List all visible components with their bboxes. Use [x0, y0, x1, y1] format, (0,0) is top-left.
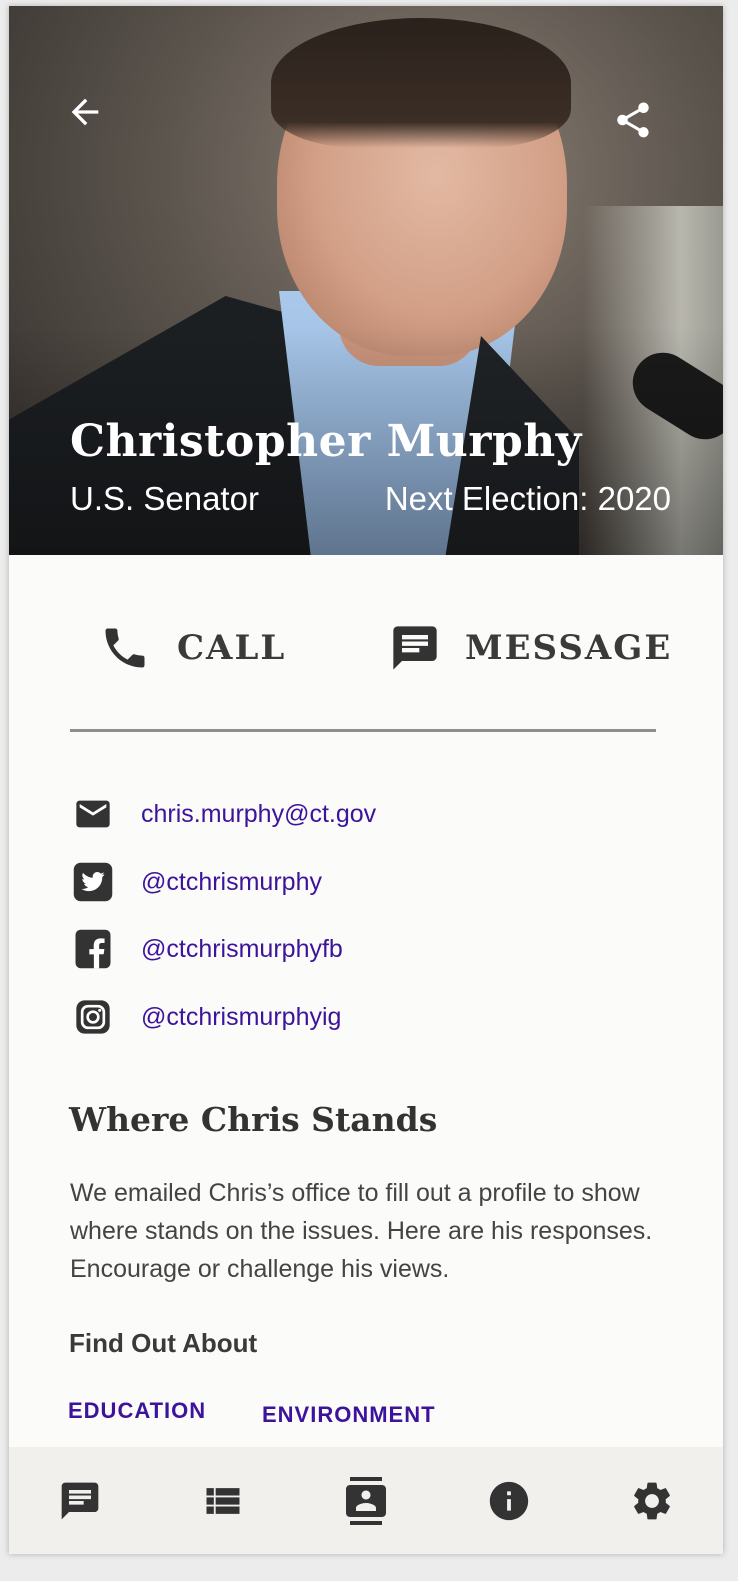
facebook-icon	[70, 926, 116, 972]
phone-icon	[105, 628, 145, 668]
message-label: MESSAGE	[465, 628, 673, 668]
facebook-link[interactable]: @ctchrismurphyfb	[141, 935, 343, 964]
topic-environment[interactable]: ENVIRONMENT	[262, 1402, 436, 1428]
email-icon	[70, 791, 116, 837]
chat-icon	[62, 1482, 99, 1519]
call-button[interactable]: CALL	[99, 618, 286, 678]
nav-list[interactable]	[191, 1469, 255, 1533]
share-button[interactable]	[609, 96, 657, 144]
call-label: CALL	[177, 628, 287, 668]
arrow-back-icon	[71, 98, 99, 126]
back-button[interactable]	[61, 88, 109, 136]
topic-education[interactable]: EDUCATION	[68, 1398, 206, 1424]
message-button[interactable]: MESSAGE	[389, 618, 672, 678]
profile-role: U.S. Senator	[70, 480, 259, 517]
twitter-link[interactable]: @ctchrismurphy	[141, 868, 322, 897]
message-icon	[393, 626, 437, 670]
app-screen: Christopher Murphy U.S. Senator Next Ele…	[9, 6, 723, 1554]
find-out-label: Find Out About	[69, 1328, 258, 1358]
email-link[interactable]: chris.murphy@ct.gov	[141, 800, 376, 829]
nav-chat[interactable]	[48, 1469, 112, 1533]
instagram-icon	[70, 994, 116, 1040]
profile-hero: Christopher Murphy U.S. Senator Next Ele…	[9, 6, 723, 555]
list-icon	[206, 1487, 240, 1514]
contact-instagram[interactable]: @ctchrismurphyig	[70, 994, 341, 1040]
contact-twitter[interactable]: @ctchrismurphy	[70, 859, 322, 905]
profile-name: Christopher Murphy	[70, 416, 582, 467]
stances-description: We emailed Chris’s office to fill out a …	[70, 1179, 653, 1283]
hero-photo-hair	[271, 18, 571, 148]
info-icon	[489, 1481, 528, 1520]
settings-gear-icon	[633, 1482, 670, 1519]
nav-contacts[interactable]	[334, 1469, 398, 1533]
nav-settings[interactable]	[620, 1469, 684, 1533]
instagram-link[interactable]: @ctchrismurphyig	[141, 1003, 341, 1032]
bottom-navigation	[9, 1447, 723, 1554]
contact-facebook[interactable]: @ctchrismurphyfb	[70, 926, 343, 972]
nav-info[interactable]	[477, 1469, 541, 1533]
share-icon	[617, 102, 649, 138]
contact-email[interactable]: chris.murphy@ct.gov	[70, 791, 376, 837]
section-divider	[70, 729, 656, 732]
twitter-icon	[70, 859, 116, 905]
stances-heading: Where Chris Stands	[69, 1100, 438, 1139]
contact-card-icon	[345, 1476, 386, 1525]
next-election: Next Election: 2020	[384, 480, 671, 517]
